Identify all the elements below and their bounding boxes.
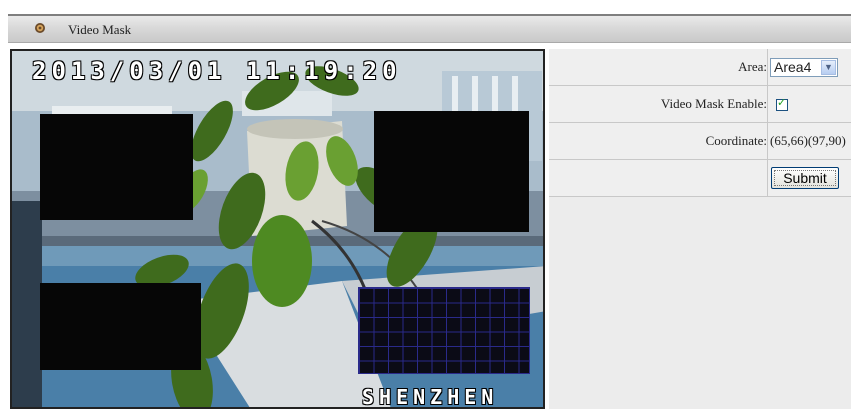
chevron-down-icon[interactable]: ▼: [821, 59, 836, 75]
video-location-overlay: SHENZHEN: [362, 385, 499, 409]
area-select-value: Area4: [774, 58, 812, 75]
window-title: Video Mask: [68, 22, 132, 37]
window-titlebar: Video Mask: [8, 14, 851, 43]
row-area: Area: Area4 ▼: [549, 49, 851, 86]
row-submit: Submit: [549, 159, 851, 197]
area-select[interactable]: Area4 ▼: [770, 57, 838, 77]
area-label: Area:: [549, 49, 768, 86]
mask-enable-checkbox[interactable]: ✓: [776, 96, 788, 112]
mask-enable-label: Video Mask Enable:: [549, 85, 768, 123]
coordinate-label: Coordinate:: [549, 122, 768, 160]
settings-gear-icon: [35, 23, 45, 33]
checkmark-icon: ✓: [777, 96, 787, 110]
mask-area-2: [374, 111, 529, 232]
video-preview: 2013/03/01 11:19:20 SHENZHEN: [10, 49, 545, 409]
submit-button[interactable]: Submit: [771, 167, 839, 189]
row-mask-enable: Video Mask Enable: ✓: [549, 85, 851, 123]
video-timestamp: 2013/03/01 11:19:20: [32, 57, 402, 85]
settings-panel: Area: Area4 ▼ Video Mask Enable: ✓ Coord…: [549, 49, 851, 409]
row-coordinate: Coordinate: (65,66)(97,90): [549, 122, 851, 160]
mask-area-3: [40, 283, 201, 370]
mask-area-1: [40, 114, 193, 220]
video-mask-form: Area: Area4 ▼ Video Mask Enable: ✓ Coord…: [549, 49, 851, 197]
coordinate-value: (65,66)(97,90): [767, 122, 851, 160]
mask-area-4-selected[interactable]: [358, 287, 530, 374]
